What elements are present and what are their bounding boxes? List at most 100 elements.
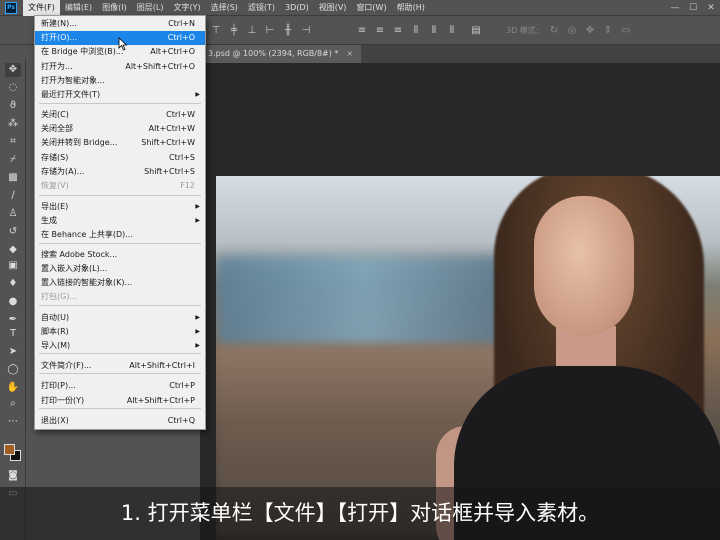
3d-scale-icon[interactable]: ▭ [620, 25, 632, 37]
auto-align-icon[interactable]: ▤ [470, 25, 482, 37]
dodge-icon[interactable]: ● [5, 295, 21, 309]
lasso-icon[interactable]: ϑ [5, 99, 21, 113]
distribute-right-icon[interactable]: ⦀ [446, 25, 458, 37]
file-menu-item[interactable]: 打开为智能对象... [35, 74, 205, 88]
file-menu-item[interactable]: 导入(M) ▶ [35, 339, 205, 353]
eraser-icon[interactable]: ◆ [5, 243, 21, 257]
menu-item[interactable]: 文件(F) [23, 0, 60, 16]
photoshop-logo-icon: Ps [5, 1, 17, 14]
pen-icon[interactable]: ✒ [5, 313, 21, 327]
menu-item[interactable]: 视图(V) [314, 0, 352, 16]
file-menu-item-shortcut: Ctrl+P [169, 381, 195, 390]
file-menu-item[interactable]: 自动(U) ▶ [35, 311, 205, 325]
file-menu-item-label: 关闭并转到 Bridge... [41, 138, 118, 147]
file-menu-item-label: 新建(N)... [41, 19, 77, 28]
file-menu-item[interactable]: 生成 ▶ [35, 214, 205, 228]
file-menu-item[interactable]: 导出(E) ▶ [35, 200, 205, 214]
marquee-icon[interactable]: ◌ [5, 81, 21, 95]
file-menu-item-label: 打包(G)... [41, 292, 78, 301]
document-tab[interactable]: 3.psd @ 100% (2394, RGB/8#) * × [200, 45, 362, 63]
file-menu-item[interactable]: 文件简介(F)... Alt+Shift+Ctrl+I [35, 359, 205, 373]
canvas-area[interactable] [200, 63, 720, 540]
file-menu-item[interactable]: 置入嵌入对象(L)... [35, 262, 205, 276]
menu-item[interactable]: 编辑(E) [60, 0, 97, 16]
file-menu-item[interactable]: 新建(N)... Ctrl+N [35, 17, 205, 31]
menu-item[interactable]: 图层(L) [132, 0, 169, 16]
file-menu-item-label: 在 Behance 上共享(D)... [41, 230, 133, 239]
mouse-cursor-icon [118, 37, 128, 51]
file-menu-item[interactable]: 存储为(A)... Shift+Ctrl+S [35, 165, 205, 179]
3d-rotate-icon[interactable]: ↻ [548, 25, 560, 37]
3d-roll-icon[interactable]: ◎ [566, 25, 578, 37]
align-center-icon[interactable]: ╫ [282, 25, 294, 37]
close-tab-icon[interactable]: × [346, 49, 353, 58]
file-menu-item[interactable]: 关闭(C) Ctrl+W [35, 108, 205, 122]
file-menu-item[interactable]: 关闭并转到 Bridge... Shift+Ctrl+W [35, 136, 205, 150]
file-menu-item-shortcut: Ctrl+W [166, 110, 195, 119]
zoom-icon[interactable]: ⌕ [5, 397, 21, 411]
file-menu-item[interactable]: 打开为... Alt+Shift+Ctrl+O [35, 60, 205, 74]
file-menu-item-label: 恢复(V) [41, 181, 69, 190]
file-menu-item-shortcut: Alt+Ctrl+O [150, 47, 195, 56]
file-menu-item-label: 关闭全部 [41, 124, 73, 133]
file-menu-item[interactable]: 退出(X) Ctrl+Q [35, 414, 205, 428]
menu-separator [39, 103, 201, 104]
menu-separator [39, 305, 201, 306]
file-menu-item-label: 关闭(C) [41, 110, 69, 119]
type-icon[interactable]: T [5, 327, 21, 341]
file-menu-item[interactable]: 在 Behance 上共享(D)... [35, 228, 205, 242]
file-menu-item[interactable]: 最近打开文件(T) ▶ [35, 88, 205, 102]
crop-icon[interactable]: ⌗ [5, 135, 21, 149]
menu-item[interactable]: 滤镜(T) [243, 0, 280, 16]
file-menu-item[interactable]: 打印(P)... Ctrl+P [35, 379, 205, 393]
file-menu-item[interactable]: 存储(S) Ctrl+S [35, 151, 205, 165]
distribute-bottom-icon[interactable]: ≡ [392, 25, 404, 37]
menu-item[interactable]: 文字(Y) [168, 0, 205, 16]
tools-panel: ✥ ◌ ϑ ⁂ ⌗ ⌿ ▩ ∕ ♙ ↺ ◆ ▣ ♦ ● ✒ T ➤ ◯ ✋ ⌕ … [0, 59, 26, 540]
menu-item[interactable]: 帮助(H) [392, 0, 430, 16]
distribute-top-icon[interactable]: ≡ [356, 25, 368, 37]
3d-drag-icon[interactable]: ✥ [584, 25, 596, 37]
distribute-left-icon[interactable]: ⦀ [410, 25, 422, 37]
eyedropper-icon[interactable]: ⌿ [5, 153, 21, 167]
align-right-icon[interactable]: ⊣ [300, 25, 312, 37]
quick-mask-icon[interactable]: ◙ [5, 469, 21, 483]
path-selection-icon[interactable]: ➤ [5, 345, 21, 359]
document-photo [216, 176, 720, 540]
file-menu-item-label: 文件简介(F)... [41, 361, 92, 370]
file-menu-item[interactable]: 置入链接的智能对象(K)... [35, 276, 205, 290]
close-icon[interactable]: ✕ [702, 0, 720, 16]
clone-stamp-icon[interactable]: ♙ [5, 207, 21, 221]
align-middle-icon[interactable]: ╪ [228, 25, 240, 37]
distribute-center-icon[interactable]: ⦀ [428, 25, 440, 37]
minimize-icon[interactable]: — [666, 0, 684, 16]
file-menu-item[interactable]: 关闭全部 Alt+Ctrl+W [35, 122, 205, 136]
ellipse-icon[interactable]: ◯ [5, 363, 21, 377]
history-brush-icon[interactable]: ↺ [5, 225, 21, 239]
distribute-middle-icon[interactable]: ≡ [374, 25, 386, 37]
more-icon[interactable]: ⋯ [5, 415, 21, 429]
brush-icon[interactable]: ∕ [5, 189, 21, 203]
move-icon[interactable]: ✥ [5, 63, 21, 77]
hand-icon[interactable]: ✋ [5, 381, 21, 395]
align-left-icon[interactable]: ⊢ [264, 25, 276, 37]
align-bottom-icon[interactable]: ⊥ [246, 25, 258, 37]
file-menu-item[interactable]: 脚本(R) ▶ [35, 325, 205, 339]
3d-slide-icon[interactable]: ⇕ [602, 25, 614, 37]
healing-brush-icon[interactable]: ▩ [5, 171, 21, 185]
photo-river [216, 256, 516, 346]
foreground-color-swatch[interactable] [4, 444, 15, 455]
file-menu-item-label: 脚本(R) [41, 327, 69, 336]
file-menu-item[interactable]: 搜索 Adobe Stock... [35, 248, 205, 262]
blur-icon[interactable]: ♦ [5, 277, 21, 291]
file-menu-item[interactable]: 打印一份(Y) Alt+Shift+Ctrl+P [35, 394, 205, 408]
menu-item[interactable]: 图像(I) [97, 0, 132, 16]
maximize-icon[interactable]: ☐ [684, 0, 702, 16]
align-top-icon[interactable]: ⊤ [210, 25, 222, 37]
menu-item[interactable]: 窗口(W) [351, 0, 391, 16]
gradient-icon[interactable]: ▣ [5, 259, 21, 273]
magic-wand-icon[interactable]: ⁂ [5, 117, 21, 131]
menu-item[interactable]: 选择(S) [206, 0, 243, 16]
menu-item[interactable]: 3D(D) [280, 0, 314, 16]
file-menu-item-label: 置入链接的智能对象(K)... [41, 278, 133, 287]
